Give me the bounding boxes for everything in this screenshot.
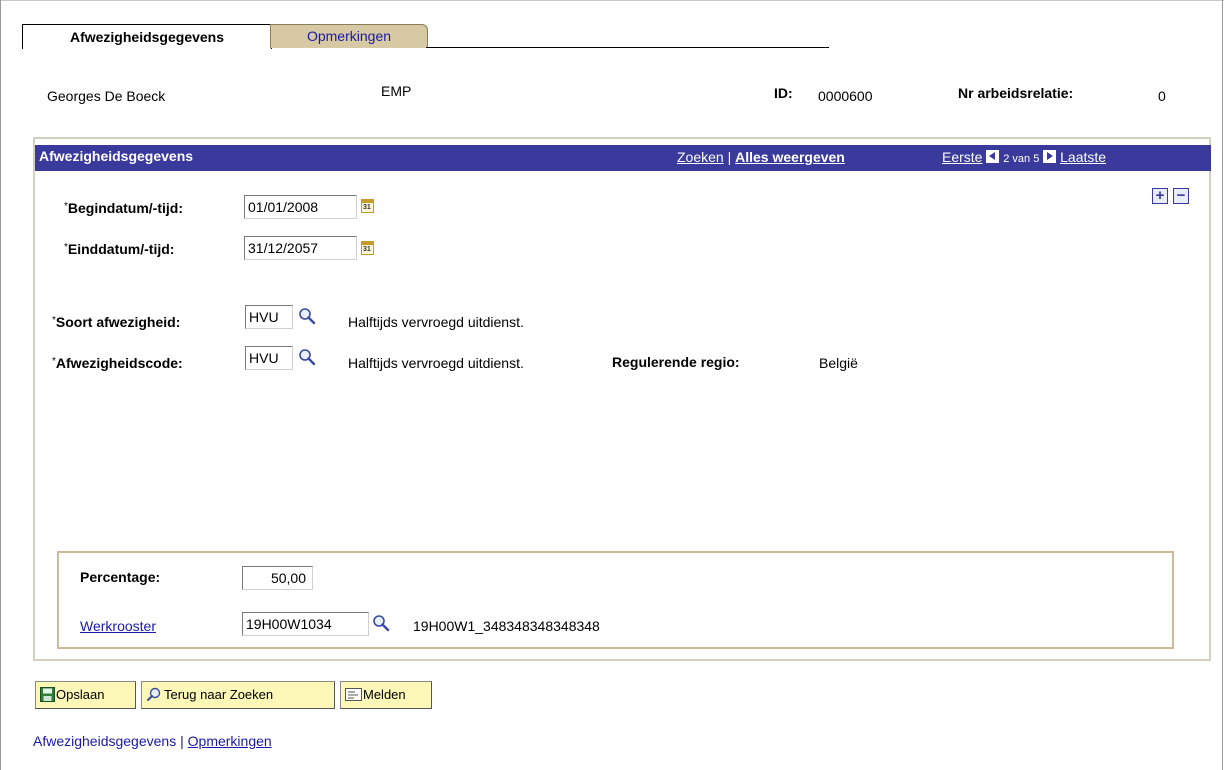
schedule-link[interactable]: Werkrooster — [80, 618, 156, 634]
schedule-group — [57, 551, 1174, 649]
window-right-border — [1222, 0, 1223, 770]
relation-value: 0 — [1158, 88, 1166, 104]
footer-links: Afwezigheidsgegevens | Opmerkingen — [33, 733, 272, 749]
tab-underline — [426, 47, 829, 48]
last-link[interactable]: Laatste — [1060, 149, 1106, 165]
save-label: Opslaan — [56, 687, 105, 702]
employee-name: Georges De Boeck — [47, 88, 166, 104]
row-position: 2 van 5 — [1003, 153, 1040, 165]
search-lookup-icon[interactable] — [298, 307, 316, 325]
notify-label: Melden — [363, 687, 406, 702]
search-lookup-icon[interactable] — [372, 614, 390, 632]
next-arrow-icon[interactable] — [1043, 150, 1057, 163]
end-date-input[interactable]: 31/12/2057 — [244, 236, 357, 260]
back-to-search-label: Terug naar Zoeken — [164, 687, 274, 702]
id-value: 0000600 — [818, 88, 873, 104]
search-link[interactable]: Zoeken — [677, 149, 724, 165]
end-date-label: *Einddatum/-tijd: — [64, 241, 175, 257]
tab-label: Opmerkingen — [306, 28, 392, 44]
relation-label: Nr arbeidsrelatie: — [958, 85, 1074, 101]
employee-class: EMP — [381, 83, 412, 99]
previous-arrow-icon[interactable] — [986, 150, 1000, 163]
notify-button[interactable]: Melden — [340, 681, 432, 709]
region-value: België — [819, 355, 858, 371]
percentage-input[interactable]: 50,00 — [242, 566, 313, 590]
nav-separator: | — [727, 149, 732, 165]
absence-type-label: *Soort afwezigheid: — [52, 314, 181, 330]
show-all-link[interactable]: Alles weergeven — [735, 149, 845, 165]
scroll-header: Afwezigheidsgegevens Zoeken | Alles weer… — [35, 145, 1211, 171]
footer-separator: | — [180, 733, 184, 749]
add-row-button[interactable]: + — [1152, 188, 1168, 204]
footer-link-absence[interactable]: Afwezigheidsgegevens — [33, 733, 176, 749]
calendar-icon[interactable]: 31 — [361, 241, 374, 255]
footer-link-remarks[interactable]: Opmerkingen — [188, 733, 272, 749]
delete-row-button[interactable]: − — [1173, 188, 1189, 204]
tab-opmerkingen[interactable]: Opmerkingen — [270, 24, 428, 48]
window-left-border — [0, 0, 1, 770]
absence-code-label: *Afwezigheidscode: — [52, 355, 183, 371]
save-icon — [40, 687, 55, 702]
absence-code-description: Halftijds vervroegd uitdienst. — [348, 355, 524, 371]
back-search-icon — [147, 687, 161, 701]
scroll-title: Afwezigheidsgegevens — [39, 148, 194, 164]
save-button[interactable]: Opslaan — [35, 681, 136, 709]
absence-type-input[interactable]: HVU — [245, 305, 293, 329]
absence-type-description: Halftijds vervroegd uitdienst. — [348, 314, 524, 330]
back-to-search-button[interactable]: Terug naar Zoeken — [141, 681, 335, 709]
calendar-icon[interactable]: 31 — [361, 199, 374, 213]
schedule-input[interactable]: 19H00W1034 — [242, 612, 369, 636]
notify-icon — [345, 688, 362, 701]
begin-date-input[interactable]: 01/01/2008 — [244, 195, 357, 219]
tab-afwezigheidsgegevens[interactable]: Afwezigheidsgegevens — [22, 24, 272, 49]
absence-code-input[interactable]: HVU — [245, 346, 293, 370]
first-link[interactable]: Eerste — [942, 149, 982, 165]
schedule-description: 19H00W1_348348348348348 — [413, 618, 600, 634]
window-top-border — [0, 0, 1224, 1]
region-label: Regulerende regio: — [612, 354, 740, 370]
begin-date-label: *Begindatum/-tijd: — [64, 200, 184, 216]
id-label: ID: — [774, 85, 793, 101]
tab-label: Afwezigheidsgegevens — [69, 29, 225, 45]
search-lookup-icon[interactable] — [298, 348, 316, 366]
percentage-label: Percentage: — [80, 569, 161, 585]
